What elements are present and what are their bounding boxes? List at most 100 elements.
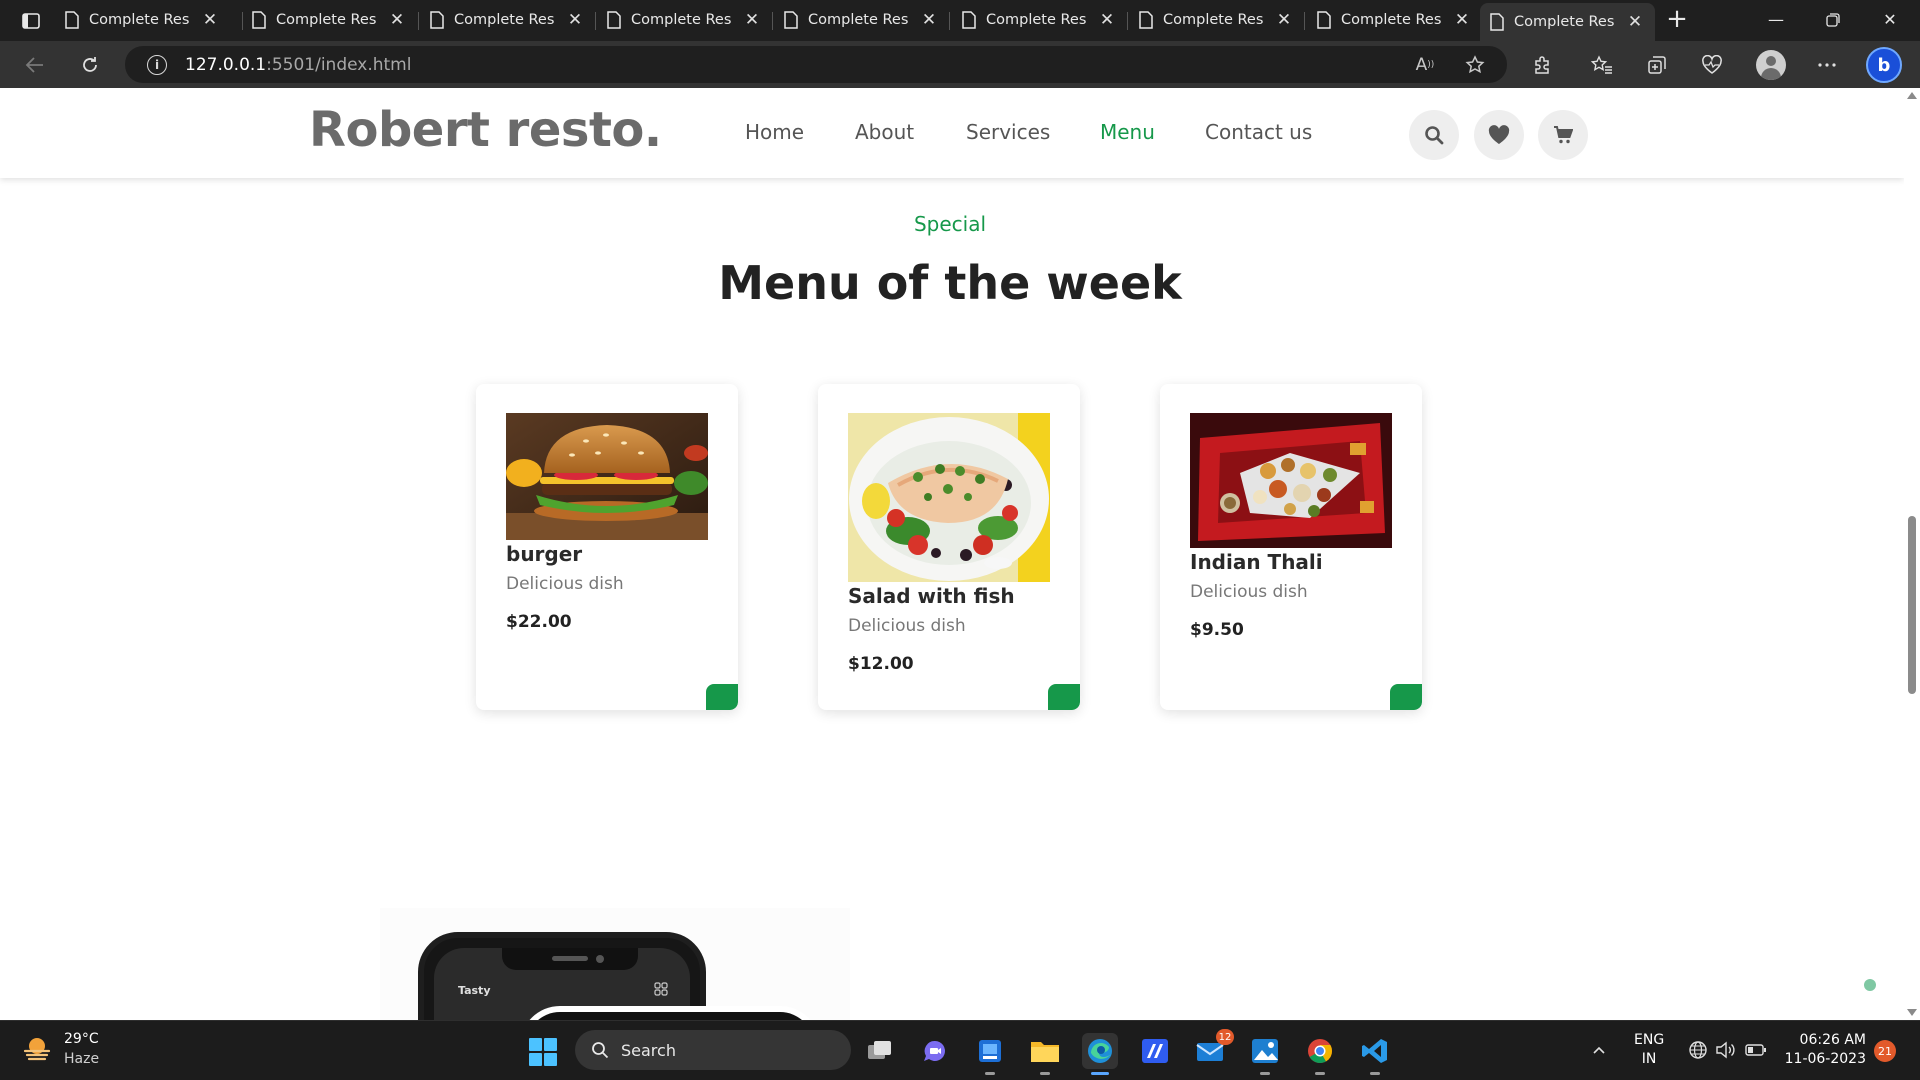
- heart-icon[interactable]: [1474, 110, 1524, 160]
- collections-icon[interactable]: [1642, 51, 1672, 79]
- refresh-icon[interactable]: [75, 51, 105, 79]
- minimize-button[interactable]: —: [1756, 6, 1796, 34]
- running-indicator: [1370, 1072, 1380, 1075]
- add-to-cart-button[interactable]: [1390, 684, 1422, 710]
- weather-haze-icon[interactable]: [22, 1035, 52, 1063]
- add-to-cart-button[interactable]: [706, 684, 738, 710]
- page-icon: [784, 11, 798, 29]
- browser-tab-bar: Complete Responsive ✕ Complete Responsiv…: [0, 0, 1920, 41]
- scrollbar-thumb[interactable]: [1908, 516, 1916, 694]
- thali-photo: [1190, 413, 1392, 548]
- task-view-icon[interactable]: [862, 1033, 898, 1069]
- input-language[interactable]: ENG IN: [1634, 1031, 1664, 1069]
- scroll-up-arrow-icon[interactable]: [1907, 92, 1917, 99]
- power-automate-icon[interactable]: [1137, 1033, 1173, 1069]
- page-icon: [1139, 11, 1153, 29]
- mail-unread-badge: 12: [1216, 1029, 1234, 1045]
- menu-card[interactable]: Indian Thali Delicious dish $9.50: [1160, 384, 1422, 710]
- phone-notch: [502, 948, 638, 970]
- browser-tab[interactable]: Complete Responsive ✕: [420, 2, 595, 38]
- favorites-icon[interactable]: [1587, 51, 1617, 79]
- browser-tab[interactable]: Complete Responsive ✕: [242, 2, 417, 38]
- close-tab-icon[interactable]: ✕: [200, 10, 220, 30]
- salad-photo: [848, 413, 1050, 582]
- browser-tab[interactable]: Complete Responsive ✕: [597, 2, 772, 38]
- grid-icon: [654, 982, 668, 996]
- running-indicator: [1260, 1072, 1270, 1075]
- close-tab-icon[interactable]: ✕: [1452, 10, 1472, 30]
- nav-home[interactable]: Home: [745, 120, 804, 144]
- file-explorer-icon[interactable]: [1027, 1033, 1063, 1075]
- restore-button[interactable]: [1813, 6, 1853, 34]
- windows-start-icon[interactable]: [528, 1037, 558, 1067]
- nav-contact[interactable]: Contact us: [1205, 120, 1312, 144]
- teams-chat-icon[interactable]: [917, 1033, 953, 1069]
- widgets-app-icon[interactable]: [972, 1033, 1008, 1075]
- site-info-icon[interactable]: i: [147, 54, 167, 75]
- page-scrollbar[interactable]: [1904, 88, 1920, 1020]
- photos-app-icon[interactable]: [1247, 1033, 1283, 1075]
- mail-icon[interactable]: 12: [1192, 1029, 1234, 1069]
- close-window-button[interactable]: ✕: [1870, 6, 1910, 34]
- weather-condition[interactable]: Haze: [64, 1051, 99, 1067]
- scroll-top-indicator[interactable]: [1864, 979, 1876, 991]
- volume-icon[interactable]: [1715, 1039, 1737, 1061]
- search-icon[interactable]: [1409, 110, 1459, 160]
- dish-name: burger: [506, 542, 583, 566]
- page-icon: [962, 11, 976, 29]
- browser-tab[interactable]: Complete Responsive ✕: [774, 2, 949, 38]
- copilot-icon[interactable]: b: [1866, 47, 1902, 83]
- browser-toolbar: i 127.0.0.1:5501/index.html A)) b: [0, 41, 1920, 88]
- show-hidden-icons-chevron-icon[interactable]: [1592, 1043, 1606, 1057]
- browser-tab[interactable]: Complete Responsive ✕: [1129, 2, 1304, 38]
- close-tab-icon[interactable]: ✕: [742, 10, 762, 30]
- close-tab-icon[interactable]: ✕: [387, 10, 407, 30]
- system-clock[interactable]: 06:26 AM 11-06-2023: [1784, 1031, 1866, 1069]
- browser-tab[interactable]: Complete Responsive ✕: [952, 2, 1127, 38]
- url-host: 127.0.0.1: [185, 54, 267, 75]
- read-aloud-icon[interactable]: A)): [1413, 54, 1437, 76]
- language-code: ENG: [1634, 1032, 1665, 1048]
- profile-avatar[interactable]: [1756, 50, 1786, 80]
- close-tab-icon[interactable]: ✕: [1625, 12, 1645, 32]
- browser-tab[interactable]: Complete Responsive ✕: [1307, 2, 1482, 38]
- running-indicator: [1315, 1072, 1325, 1075]
- menu-card[interactable]: burger Delicious dish $22.00: [476, 384, 738, 710]
- edge-browser-icon[interactable]: [1082, 1033, 1118, 1075]
- dish-price: $22.00: [506, 612, 572, 632]
- notification-count-badge[interactable]: 21: [1874, 1040, 1896, 1062]
- add-to-cart-button[interactable]: [1048, 684, 1080, 710]
- browser-tab-active[interactable]: Complete Responsive ✕: [1480, 3, 1655, 41]
- menu-card[interactable]: Salad with fish Delicious dish $12.00: [818, 384, 1080, 710]
- nav-services[interactable]: Services: [966, 120, 1050, 144]
- address-bar[interactable]: i 127.0.0.1:5501/index.html A)): [125, 46, 1507, 83]
- favorite-star-icon[interactable]: [1463, 54, 1487, 76]
- more-options-icon[interactable]: [1812, 51, 1842, 79]
- extensions-icon[interactable]: [1527, 51, 1557, 79]
- battery-icon[interactable]: [1745, 1039, 1767, 1061]
- close-tab-icon[interactable]: ✕: [919, 10, 939, 30]
- close-tab-icon[interactable]: ✕: [565, 10, 585, 30]
- nav-menu[interactable]: Menu: [1100, 120, 1155, 144]
- url-text[interactable]: 127.0.0.1:5501/index.html: [185, 55, 411, 75]
- burger-photo: [506, 413, 708, 540]
- chrome-icon[interactable]: [1302, 1033, 1338, 1075]
- new-tab-button[interactable]: +: [1662, 4, 1692, 34]
- browser-essentials-icon[interactable]: [1697, 51, 1727, 79]
- taskbar-search[interactable]: Search: [575, 1030, 851, 1070]
- back-icon[interactable]: [20, 51, 50, 79]
- vscode-icon[interactable]: [1357, 1033, 1393, 1075]
- browser-tab[interactable]: Complete Responsive ✕: [55, 2, 230, 38]
- close-tab-icon[interactable]: ✕: [1274, 10, 1294, 30]
- cart-icon[interactable]: [1538, 110, 1588, 160]
- windows-taskbar: 29°C Haze Search 12 ENG IN 06:26 AM 11-0…: [0, 1020, 1920, 1080]
- tab-actions-icon[interactable]: [14, 9, 48, 33]
- scroll-down-arrow-icon[interactable]: [1907, 1009, 1917, 1016]
- url-path: :5501/index.html: [266, 54, 412, 75]
- close-tab-icon[interactable]: ✕: [1097, 10, 1117, 30]
- nav-about[interactable]: About: [855, 120, 914, 144]
- page-icon: [252, 11, 266, 29]
- weather-temperature[interactable]: 29°C: [64, 1031, 99, 1047]
- network-globe-icon[interactable]: [1687, 1039, 1709, 1061]
- site-logo[interactable]: Robert resto.: [309, 102, 662, 158]
